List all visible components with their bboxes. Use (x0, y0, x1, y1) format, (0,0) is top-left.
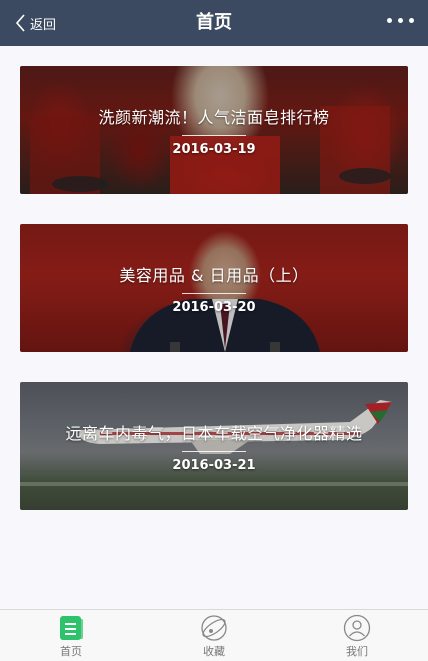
title-divider (182, 135, 246, 136)
planet-icon (174, 614, 254, 642)
dot-icon (398, 18, 403, 23)
article-date: 2016-03-19 (172, 142, 256, 157)
more-options-button[interactable] (387, 18, 414, 23)
title-divider (182, 293, 246, 294)
article-card[interactable]: 远离车内毒气，日本车载空气净化器精选 2016-03-21 (20, 382, 408, 510)
title-divider (182, 451, 246, 452)
tab-label: 我们 (346, 645, 368, 658)
dot-icon (387, 18, 392, 23)
user-icon (317, 614, 397, 642)
back-label: 返回 (30, 17, 57, 33)
article-date: 2016-03-20 (172, 300, 256, 315)
article-title: 美容用品 & 日用品（上） (119, 266, 309, 285)
back-button[interactable]: 返回 (14, 0, 56, 46)
home-list-icon (31, 614, 111, 642)
dot-icon (409, 18, 414, 23)
tab-label: 收藏 (203, 645, 225, 658)
article-card[interactable]: 洗颜新潮流！人气洁面皂排行榜 2016-03-19 (20, 66, 408, 194)
article-title: 远离车内毒气，日本车载空气净化器精选 (65, 424, 363, 443)
article-date: 2016-03-21 (172, 458, 256, 473)
article-card[interactable]: 美容用品 & 日用品（上） 2016-03-20 (20, 224, 408, 352)
tab-about-us[interactable]: 我们 (317, 614, 397, 661)
chevron-left-icon (14, 13, 26, 33)
tab-favorites[interactable]: 收藏 (174, 614, 254, 661)
tab-home[interactable]: 首页 (31, 614, 111, 661)
bottom-tab-bar: 首页 收藏 我们 (0, 609, 428, 661)
tab-label: 首页 (60, 645, 82, 658)
article-title: 洗颜新潮流！人气洁面皂排行榜 (98, 108, 330, 127)
page-title: 首页 (196, 12, 232, 33)
top-navigation-bar: 返回 首页 (0, 0, 428, 46)
